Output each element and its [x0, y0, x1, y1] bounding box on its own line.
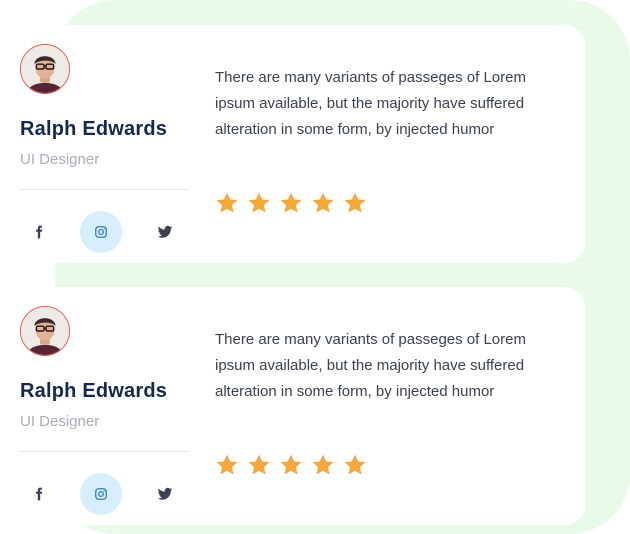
- instagram-link[interactable]: [80, 473, 122, 515]
- star-rating: [215, 453, 367, 477]
- star-icon: [216, 454, 238, 475]
- testimonial-card: Ralph Edwards UI Designer There are many…: [0, 25, 585, 263]
- divider: [20, 189, 188, 190]
- star-icon: [312, 454, 334, 475]
- instagram-icon: [95, 488, 107, 500]
- instagram-link[interactable]: [80, 211, 122, 253]
- twitter-icon: [157, 487, 173, 500]
- testimonial-card: Ralph Edwards UI Designer There are many…: [0, 287, 585, 525]
- twitter-link[interactable]: [144, 473, 186, 515]
- star-icon: [216, 192, 238, 213]
- star-icon: [344, 192, 366, 213]
- instagram-icon: [95, 226, 107, 238]
- person-name: Ralph Edwards: [20, 380, 168, 402]
- facebook-link[interactable]: [18, 473, 60, 515]
- star-icon: [248, 454, 270, 475]
- facebook-icon: [36, 225, 43, 239]
- person-role: UI Designer: [20, 413, 100, 430]
- testimonial-quote: There are many variants of passeges of L…: [215, 331, 526, 400]
- person-name: Ralph Edwards: [20, 118, 168, 140]
- avatar: [20, 44, 70, 94]
- star-rating: [215, 191, 367, 215]
- twitter-link[interactable]: [144, 211, 186, 253]
- testimonial-quote: There are many variants of passeges of L…: [215, 69, 526, 138]
- star-icon: [344, 454, 366, 475]
- twitter-icon: [157, 225, 173, 238]
- avatar: [20, 306, 70, 356]
- divider: [20, 451, 188, 452]
- star-icon: [280, 192, 302, 213]
- star-icon: [312, 192, 334, 213]
- facebook-icon: [36, 487, 43, 501]
- facebook-link[interactable]: [18, 211, 60, 253]
- star-icon: [248, 192, 270, 213]
- person-role: UI Designer: [20, 151, 100, 168]
- star-icon: [280, 454, 302, 475]
